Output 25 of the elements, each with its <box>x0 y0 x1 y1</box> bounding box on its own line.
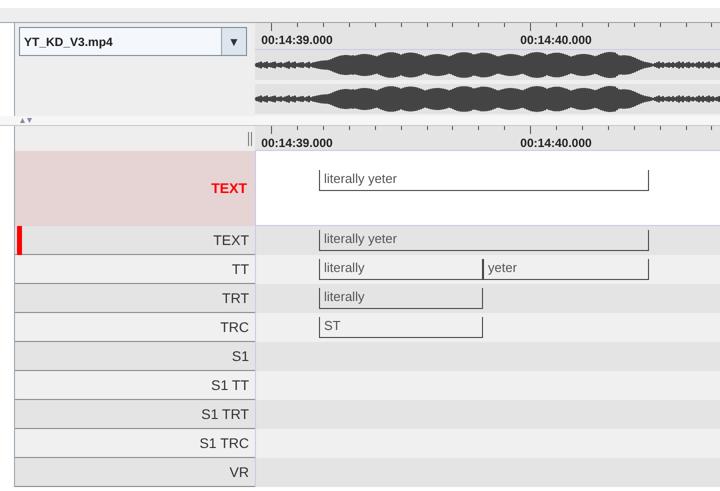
tier-label[interactable]: S1 TRT <box>201 404 249 424</box>
tier-label: TEXT <box>211 179 247 198</box>
media-dropdown[interactable]: YT_KD_V3.mp4 ▼ <box>19 27 247 56</box>
annotation[interactable]: literally <box>319 288 483 309</box>
annotation[interactable]: yeter <box>483 259 649 280</box>
tier-label[interactable]: TRC <box>220 316 249 338</box>
dropdown-arrow-button[interactable]: ▼ <box>221 28 246 55</box>
annotation[interactable]: literally <box>319 259 483 280</box>
tier-label[interactable]: VR <box>230 462 249 482</box>
resize-handle-icon[interactable] <box>248 132 252 146</box>
tier-label[interactable]: TT <box>232 258 249 280</box>
annotation[interactable]: literally yeter <box>319 230 649 251</box>
time-label: 00:14:39.000 <box>260 135 334 152</box>
annotation[interactable]: ST <box>319 317 483 338</box>
tier-label[interactable]: S1 TT <box>211 374 249 396</box>
tier-label[interactable]: S1 <box>232 346 249 366</box>
tier-label[interactable]: TEXT <box>213 230 249 250</box>
annotation[interactable]: literally yeter <box>319 170 649 191</box>
time-label: 00:14:40.000 <box>519 135 593 152</box>
time-label: 00:14:39.000 <box>260 32 334 49</box>
tier-label[interactable]: S1 TRC <box>199 432 249 454</box>
tier-label[interactable]: TRT <box>222 288 249 308</box>
media-file-name: YT_KD_V3.mp4 <box>23 34 114 51</box>
splitter-arrows-icon[interactable] <box>20 118 32 123</box>
time-label: 00:14:40.000 <box>519 32 593 49</box>
